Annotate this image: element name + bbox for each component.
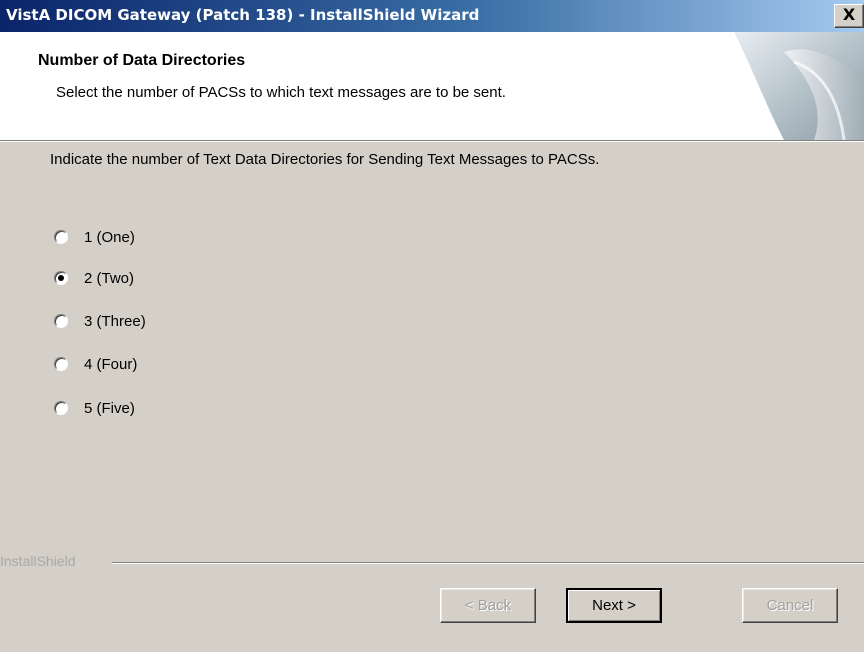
radio-button[interactable] bbox=[54, 401, 68, 415]
close-button[interactable]: X bbox=[834, 4, 864, 28]
radio-label: 1 (One) bbox=[84, 228, 135, 246]
installshield-branding: InstallShield bbox=[0, 552, 864, 572]
next-button[interactable]: Next > bbox=[566, 588, 662, 623]
radio-button[interactable] bbox=[54, 271, 68, 285]
installshield-logo-graphic bbox=[734, 32, 864, 140]
radio-label: 5 (Five) bbox=[84, 399, 135, 417]
radio-option-five[interactable]: 5 (Five) bbox=[54, 396, 274, 420]
radio-label: 4 (Four) bbox=[84, 355, 138, 373]
radio-button[interactable] bbox=[54, 230, 68, 244]
wizard-header: Number of Data Directories Select the nu… bbox=[0, 32, 864, 140]
window-title: VistA DICOM Gateway (Patch 138) - Instal… bbox=[6, 6, 480, 24]
title-bar: VistA DICOM Gateway (Patch 138) - Instal… bbox=[0, 0, 864, 32]
brand-label: InstallShield bbox=[0, 553, 82, 569]
header-divider bbox=[0, 140, 864, 142]
brand-divider bbox=[112, 562, 864, 564]
radio-option-four[interactable]: 4 (Four) bbox=[54, 352, 274, 376]
page-title: Number of Data Directories bbox=[38, 52, 246, 69]
radio-option-two[interactable]: 2 (Two) bbox=[54, 266, 274, 290]
radio-button[interactable] bbox=[54, 357, 68, 371]
page-subtitle: Select the number of PACSs to which text… bbox=[56, 84, 506, 101]
radio-option-three[interactable]: 3 (Three) bbox=[54, 309, 274, 333]
back-button[interactable]: < Back bbox=[440, 588, 536, 623]
radio-label: 2 (Two) bbox=[84, 269, 135, 287]
radio-button[interactable] bbox=[54, 314, 68, 328]
radio-label: 3 (Three) bbox=[84, 312, 146, 330]
radio-option-one[interactable]: 1 (One) bbox=[54, 225, 274, 249]
cancel-button[interactable]: Cancel bbox=[742, 588, 838, 623]
instruction-text: Indicate the number of Text Data Directo… bbox=[50, 151, 600, 168]
